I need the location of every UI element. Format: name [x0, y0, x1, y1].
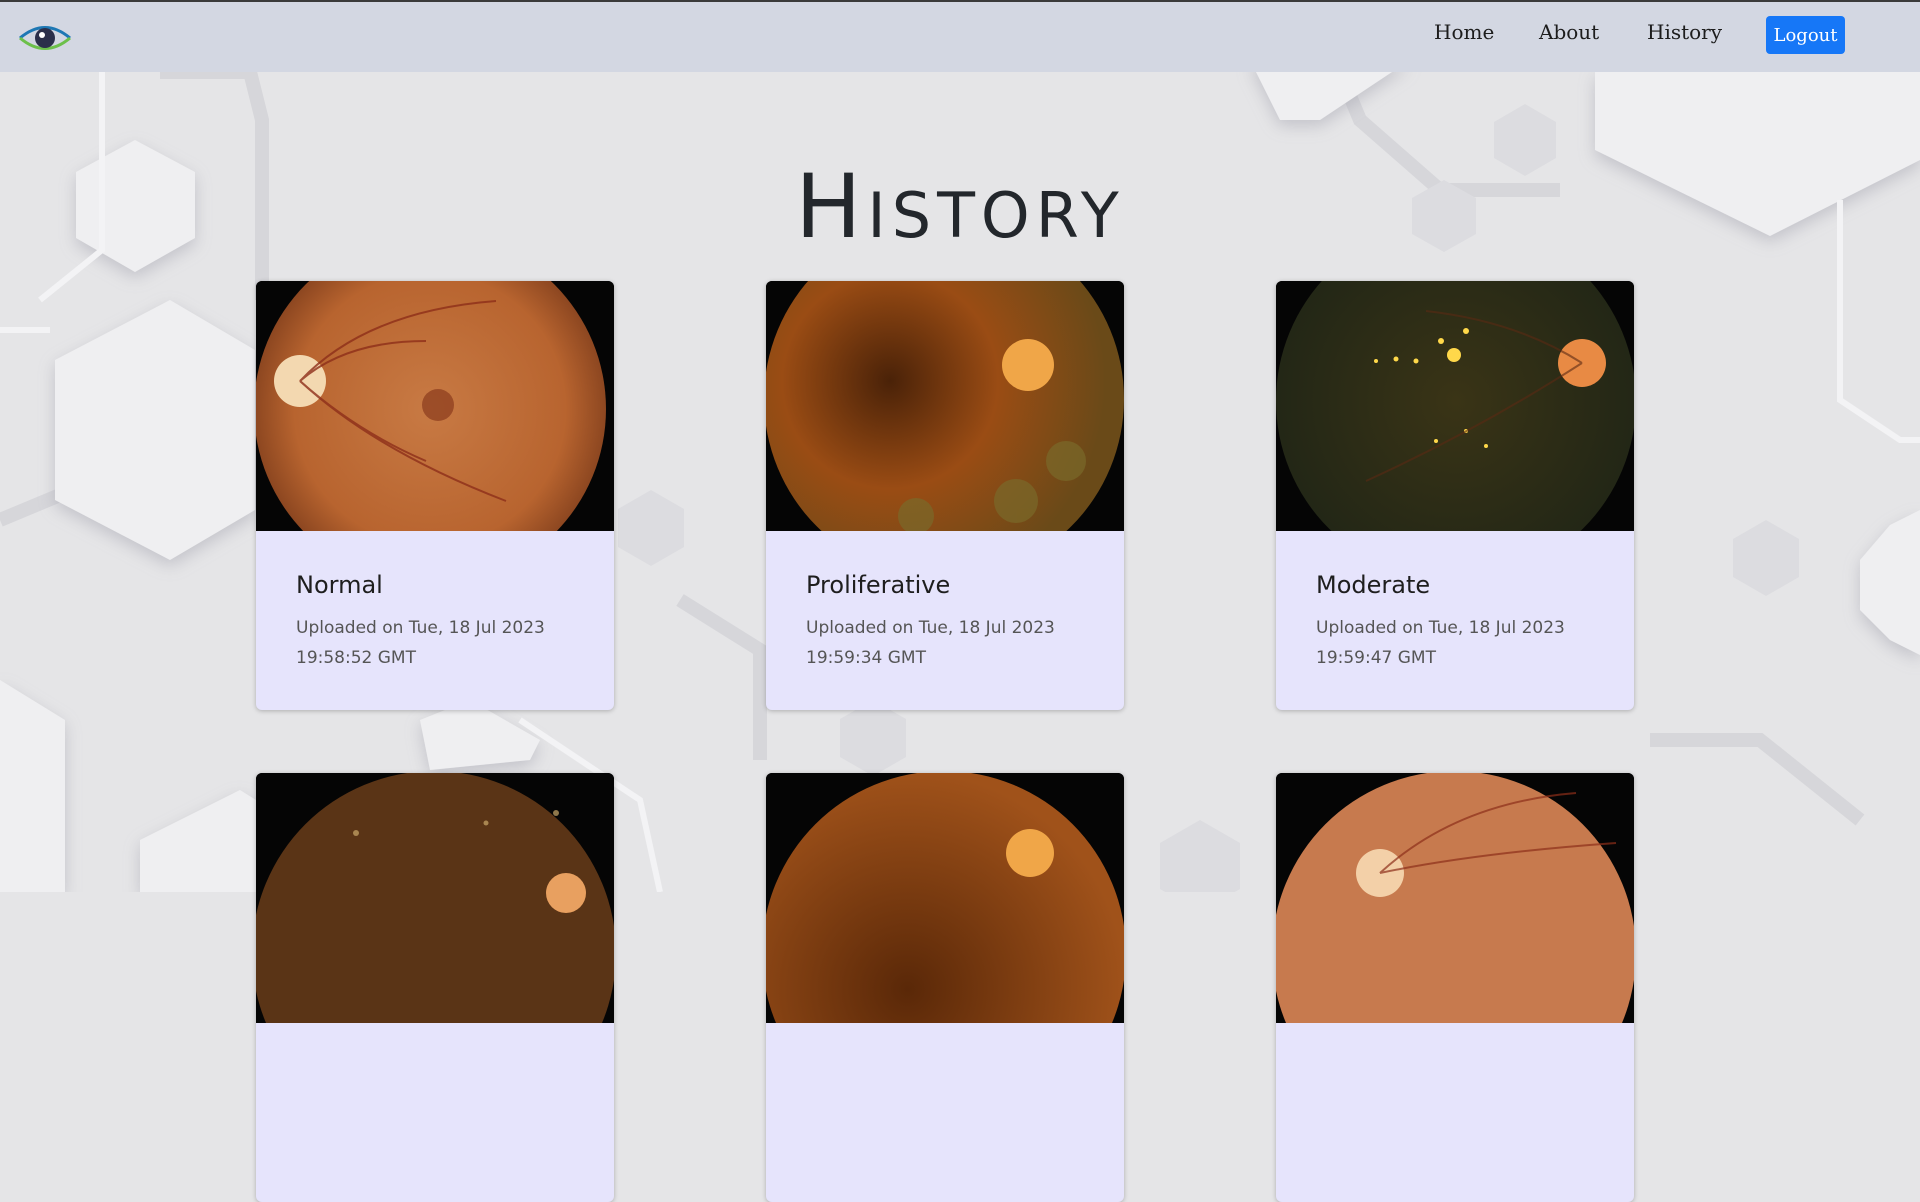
diagnosis-label: Normal	[296, 571, 383, 599]
fundus-image	[256, 773, 614, 1023]
fundus-image	[766, 281, 1124, 531]
history-card[interactable]	[1276, 773, 1634, 1202]
diagnosis-label: Moderate	[1316, 571, 1431, 599]
top-navbar: Home About History Logout	[0, 0, 1920, 72]
logout-button[interactable]: Logout	[1766, 16, 1845, 54]
nav-history-link[interactable]: History	[1647, 20, 1722, 44]
history-card[interactable]: Normal Uploaded on Tue, 18 Jul 2023 19:5…	[256, 281, 614, 710]
fundus-image	[1276, 773, 1634, 1023]
upload-date: Uploaded on Tue, 18 Jul 2023	[1316, 618, 1565, 638]
upload-date: Uploaded on Tue, 18 Jul 2023	[296, 618, 545, 638]
history-card[interactable]: Moderate Uploaded on Tue, 18 Jul 2023 19…	[1276, 281, 1634, 710]
diagnosis-label: Proliferative	[806, 571, 951, 599]
upload-date: Uploaded on Tue, 18 Jul 2023	[806, 618, 1055, 638]
fundus-image	[1276, 281, 1634, 531]
fundus-image	[256, 281, 614, 531]
eye-logo-icon[interactable]	[18, 19, 72, 57]
nav-about-link[interactable]: About	[1539, 20, 1599, 44]
upload-time: 19:59:34 GMT	[806, 648, 926, 668]
history-card[interactable]: Proliferative Uploaded on Tue, 18 Jul 20…	[766, 281, 1124, 710]
nav-home-link[interactable]: Home	[1434, 20, 1494, 44]
page-title: History	[795, 154, 1125, 258]
upload-time: 19:58:52 GMT	[296, 648, 416, 668]
fundus-image	[766, 773, 1124, 1023]
history-card[interactable]	[766, 773, 1124, 1202]
history-card[interactable]	[256, 773, 614, 1202]
upload-time: 19:59:47 GMT	[1316, 648, 1436, 668]
